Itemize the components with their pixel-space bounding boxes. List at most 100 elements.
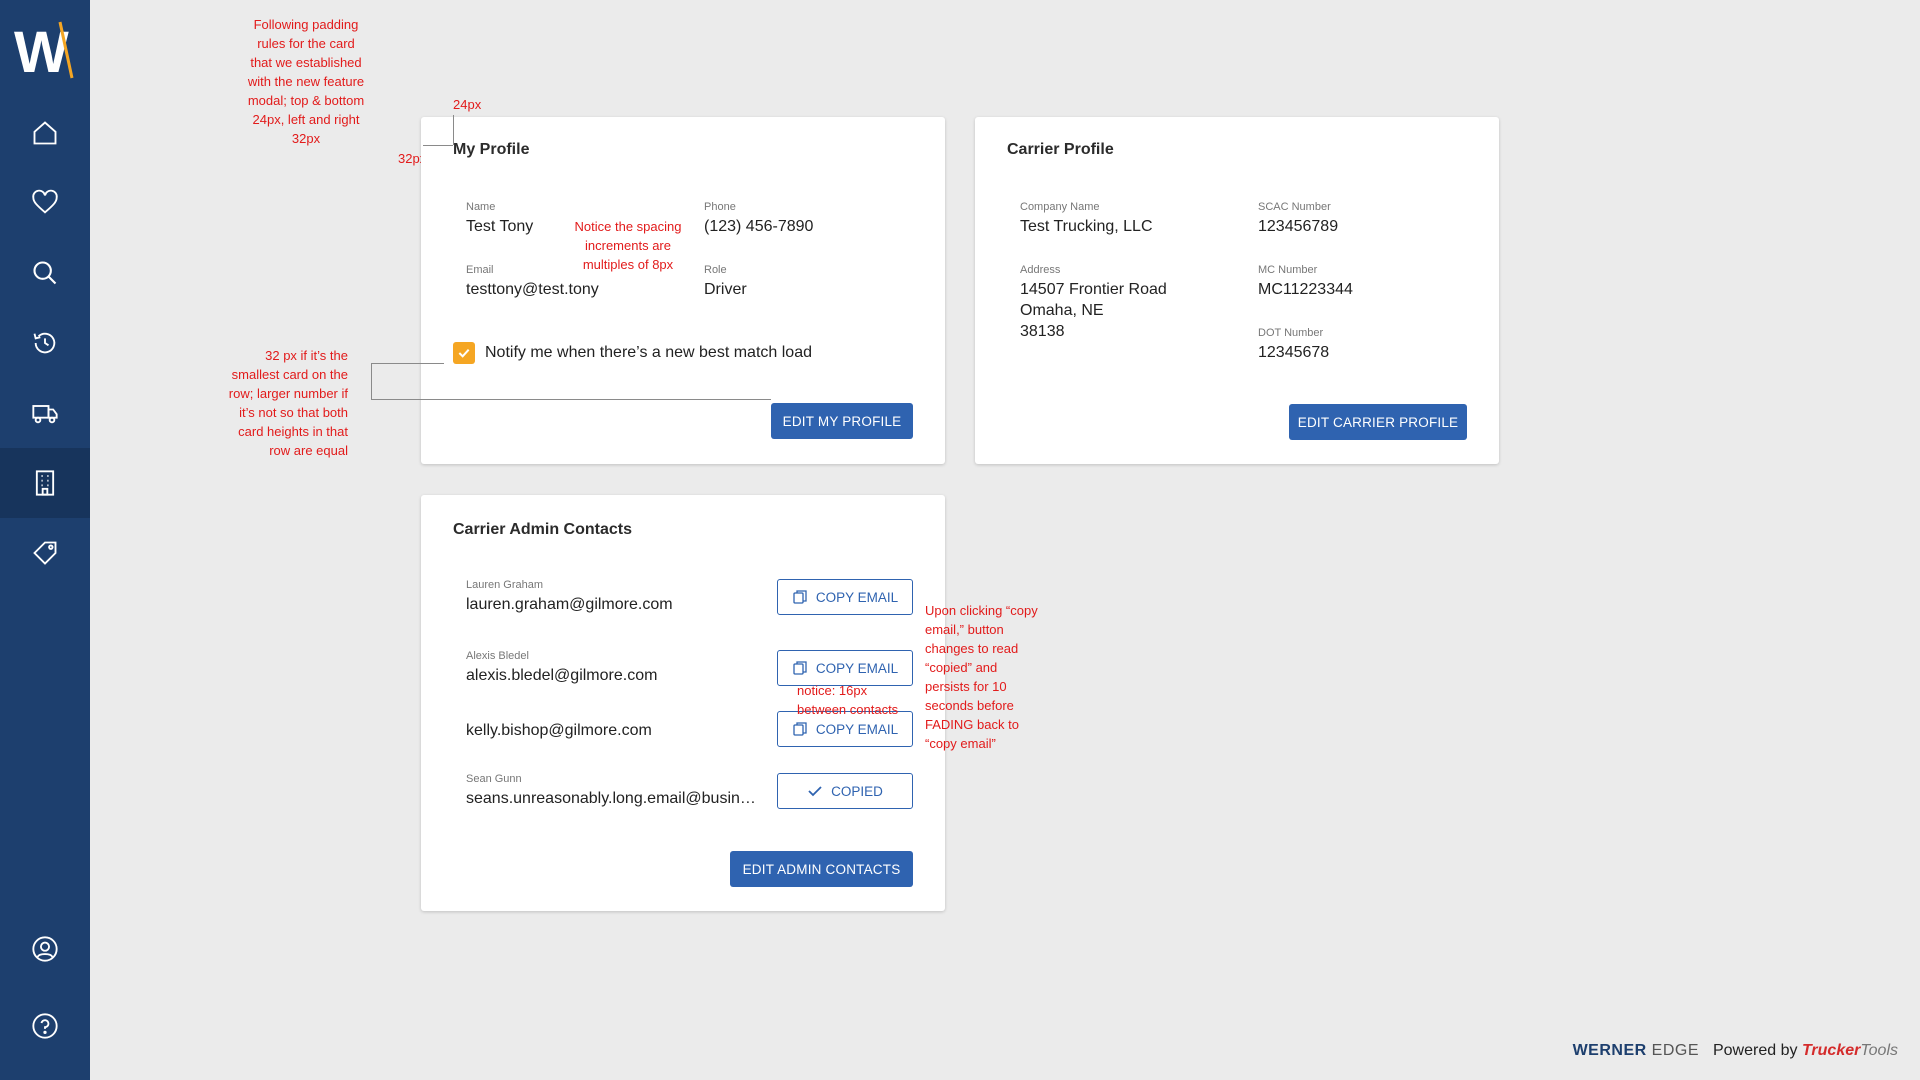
check-icon [458,348,470,358]
contact-email: seans.unreasonably.long.email@busin… [466,790,756,807]
annot-line: changes to read [925,641,1019,656]
notify-checkbox[interactable] [453,342,475,364]
role-value: Driver [704,281,747,298]
my-profile-card: My Profile Name Test Tony Phone (123) 45… [421,117,945,464]
phone-label: Phone [704,201,736,213]
name-label: Name [466,201,496,213]
powered-by: Powered by TruckerTools [1713,1042,1898,1060]
address-label: Address [1020,264,1061,276]
annot-line: multiples of 8px [582,257,674,272]
scac-value: 123456789 [1258,218,1339,235]
card-height-note: 32 px if it’s the smallest card on the r… [196,346,348,460]
annot-line: email,” button [925,622,1004,637]
building-icon [35,470,55,496]
dot-value: 12345678 [1258,344,1330,361]
nav-help[interactable] [0,991,90,1061]
tools-text: Tools [1860,1042,1898,1059]
copied-button[interactable]: COPIED [777,773,913,809]
email-value: testtony@test.tony [466,281,599,298]
edit-carrier-profile-button[interactable]: EDIT CARRIER PROFILE [1289,404,1467,440]
card-title: My Profile [453,141,530,158]
nav-tags[interactable] [0,518,90,588]
home-icon [33,121,57,145]
name-value: Test Tony [466,218,534,235]
edge-text: EDGE [1651,1042,1699,1059]
annot-line: “copy email” [925,736,996,751]
company-value: Test Trucking, LLC [1020,218,1153,235]
annot-line: 32px [291,131,321,146]
mc-value: MC11223344 [1258,281,1353,298]
guide-line [423,145,453,146]
annot-line: between contacts [797,702,899,717]
copy-icon [793,661,807,675]
company-label: Company Name [1020,201,1100,213]
guide-line [371,399,771,400]
card-title: Carrier Profile [1007,141,1114,158]
address-line: Omaha, NE [1020,302,1104,319]
button-label: COPY EMAIL [815,589,899,605]
address-line: 14507 Frontier Road [1020,281,1167,298]
contact-name: Alexis Bledel [466,650,529,662]
contact-email: kelly.bishop@gilmore.com [466,722,652,739]
contact-email: lauren.graham@gilmore.com [466,596,673,613]
annot-line: smallest card on the [231,367,348,382]
copy-email-button[interactable]: COPY EMAIL [777,579,913,615]
carrier-profile-card: Carrier Profile Company Name Test Trucki… [975,117,1499,464]
annot-line: row are equal [269,443,348,458]
werner-logo[interactable]: W [14,18,76,82]
contact-name: Sean Gunn [466,773,522,785]
annot-line: notice: 16px [797,683,868,698]
annot-line: with the new feature [247,74,365,89]
annot-line: persists for 10 [925,679,1007,694]
nav-home[interactable] [0,98,90,168]
dot-label: DOT Number [1258,327,1324,339]
nav-company[interactable] [0,448,90,518]
guide-line [453,115,454,145]
guide-line [371,363,372,399]
contact-name: Lauren Graham [466,579,544,591]
annot-line: that we established [250,55,362,70]
address-line: 38138 [1020,323,1065,340]
search-icon [33,261,57,285]
annot-line: seconds before [925,698,1014,713]
annot-line: 24px, left and right [252,112,360,127]
guide-line [371,363,444,364]
top-padding-label: 24px [453,97,482,112]
notify-label[interactable]: Notify me when there’s a new best match … [485,344,812,362]
annot-line: Following padding [253,17,359,32]
sidebar: W [0,0,90,1080]
copy-icon [793,590,807,604]
annot-line: 32 px if it’s the [265,348,348,363]
button-label: COPY EMAIL [815,721,899,737]
heart-icon [32,189,58,214]
role-label: Role [704,264,727,276]
padding-note: Following padding rules for the card tha… [228,15,384,148]
trucker-text: Trucker [1801,1042,1861,1059]
annot-line: rules for the card [257,36,355,51]
annot-line: “copied” and [925,660,998,675]
spacing-note: Notice the spacing increments are multip… [563,217,693,274]
edit-my-profile-button[interactable]: EDIT MY PROFILE [771,403,913,439]
annot-line: row; larger number if [228,386,348,401]
copy-icon [793,722,807,736]
annot-line: increments are [585,238,671,253]
user-icon [32,936,58,962]
nav-account[interactable] [0,914,90,984]
history-icon [33,332,56,354]
edit-admin-contacts-button[interactable]: EDIT ADMIN CONTACTS [730,851,913,887]
nav-history[interactable] [0,308,90,378]
email-label: Email [466,264,494,276]
annot-line: FADING back to [925,717,1019,732]
help-icon [32,1013,58,1039]
annot-line: Notice the spacing [574,219,682,234]
werner-edge-logo: WERNER EDGE [1573,1042,1699,1060]
annot-line: modal; top & bottom [247,93,365,108]
card-title: Carrier Admin Contacts [453,521,632,538]
button-label: COPY EMAIL [815,660,899,676]
nav-loads[interactable] [0,378,90,448]
nav-search[interactable] [0,238,90,308]
nav-favorites[interactable] [0,168,90,238]
annot-line: card heights in that [238,424,348,439]
scac-label: SCAC Number [1258,201,1331,213]
annot-line: it’s not so that both [239,405,348,420]
